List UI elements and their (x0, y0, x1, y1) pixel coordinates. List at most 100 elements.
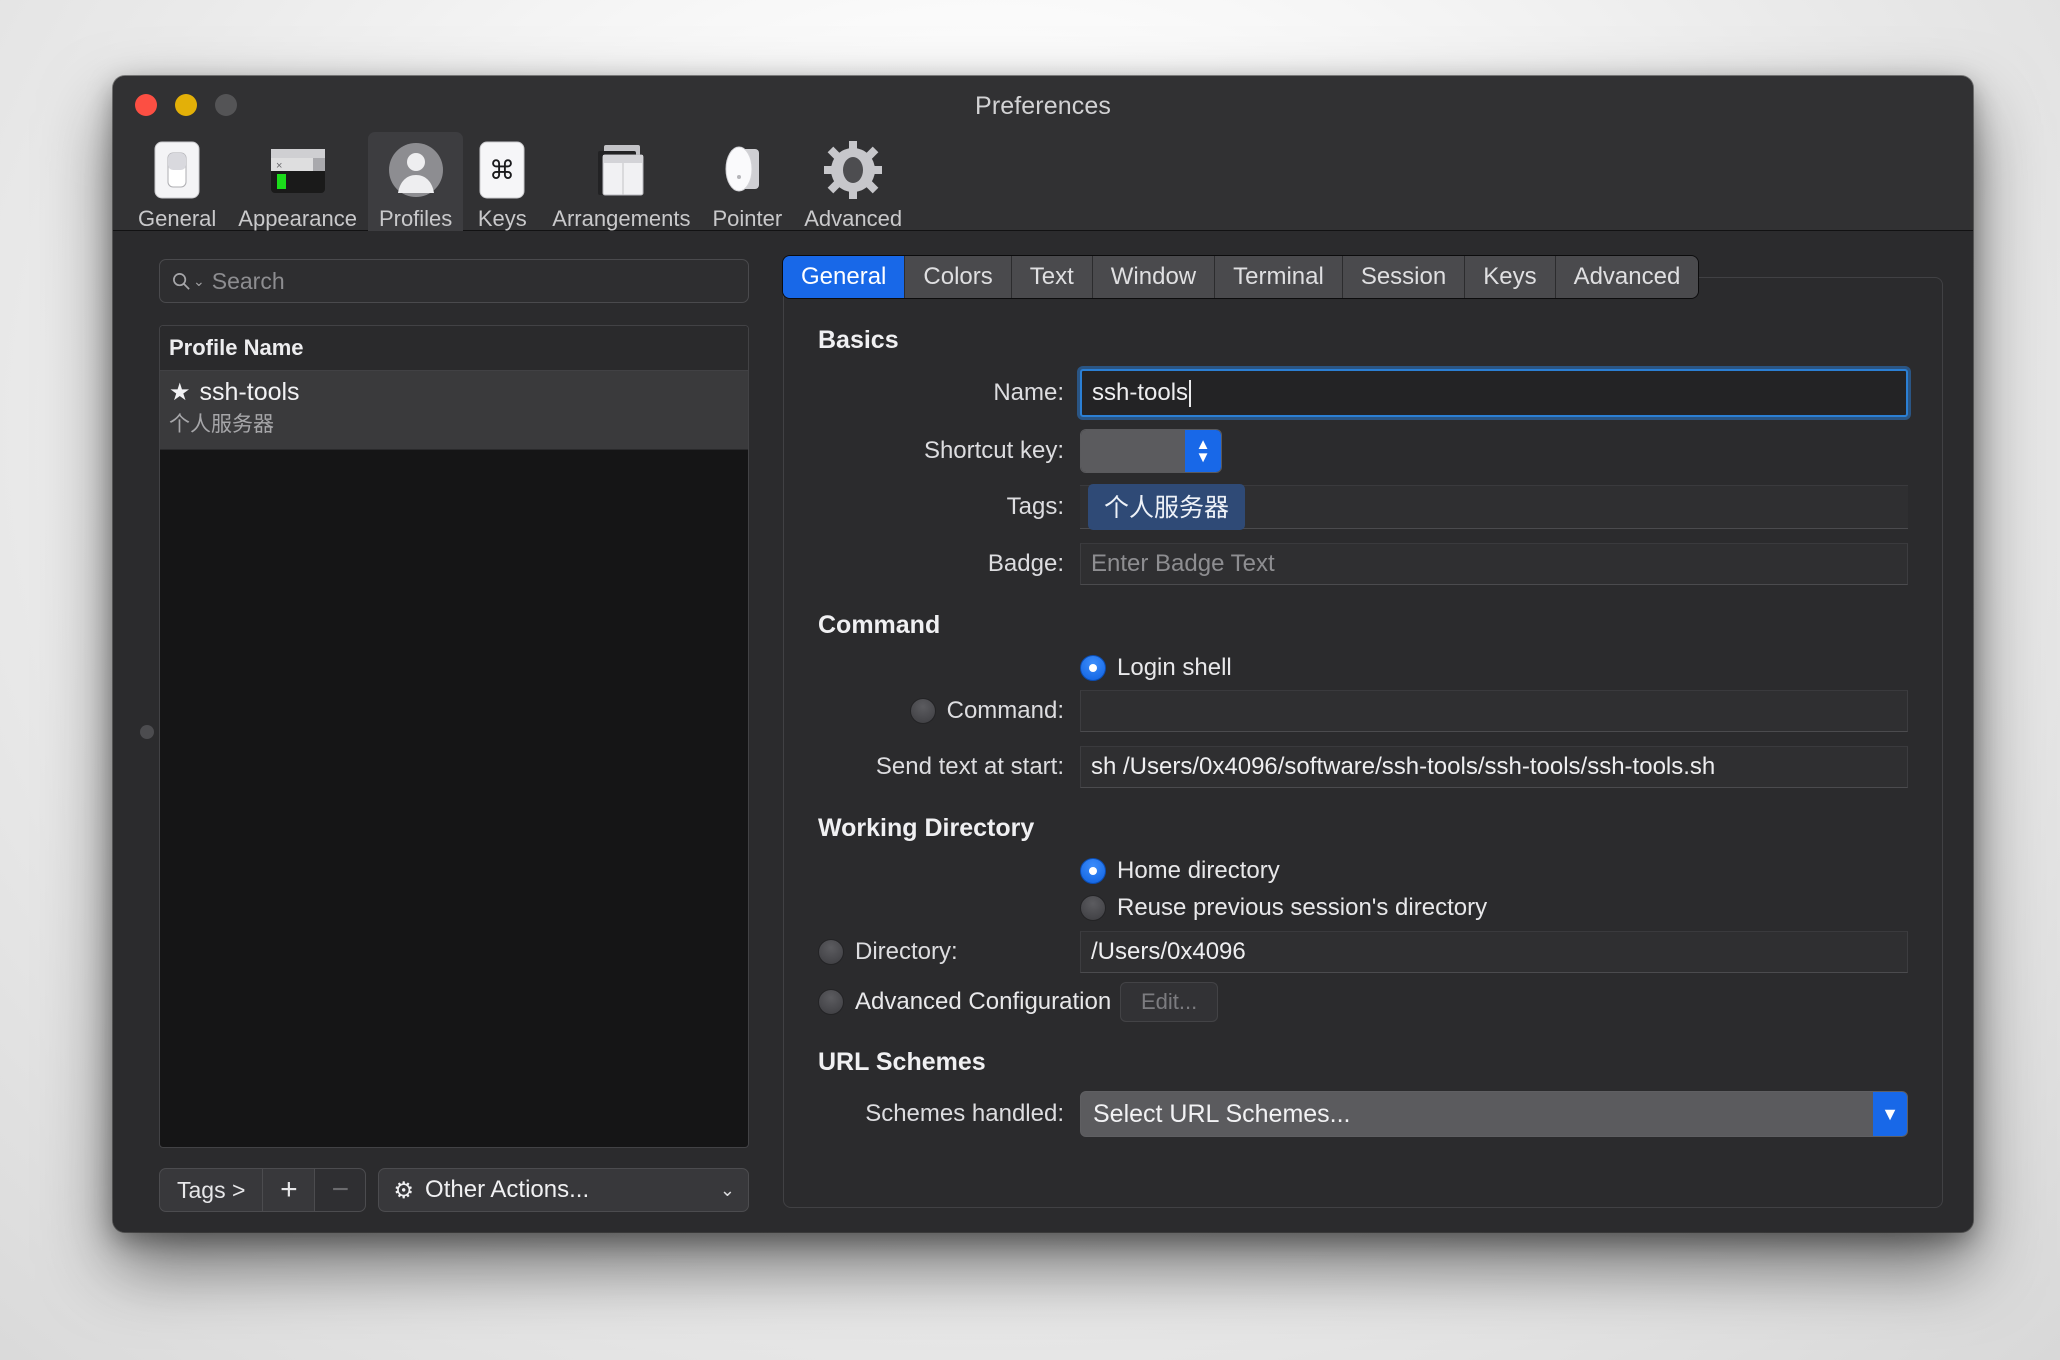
profiles-sidebar: ⌄ Profile Name ★ ssh-tools (113, 231, 771, 1232)
add-profile-button[interactable]: + (262, 1168, 314, 1212)
tab-window[interactable]: Window (1093, 256, 1215, 298)
tab-general[interactable]: General (783, 256, 905, 298)
advanced-configuration-label: Advanced Configuration (855, 988, 1111, 1016)
send-text-input[interactable]: sh /Users/0x4096/software/ssh-tools/ssh-… (1080, 746, 1908, 788)
schemes-handled-label: Schemes handled: (818, 1100, 1080, 1128)
remove-profile-button[interactable]: − (314, 1168, 366, 1212)
other-actions-button[interactable]: ⚙ Other Actions... ⌄ (378, 1168, 749, 1212)
section-title-command: Command (818, 611, 1908, 640)
tag-chip[interactable]: 个人服务器 (1088, 484, 1245, 530)
send-text-row: Send text at start: sh /Users/0x4096/sof… (818, 746, 1908, 788)
tags-field[interactable]: 个人服务器 (1080, 485, 1908, 529)
shortcut-key-popup[interactable]: ▲▼ (1080, 429, 1222, 473)
badge-input[interactable]: Enter Badge Text (1080, 543, 1908, 585)
toolbar-item-keys[interactable]: ⌘ Keys (463, 132, 541, 238)
search-field[interactable]: ⌄ (159, 259, 749, 303)
profile-tag-subtitle: 个人服务器 (169, 408, 739, 438)
command-row: Command: (818, 690, 1908, 732)
name-row: Name: ssh-tools (818, 369, 1908, 417)
home-directory-row: Home directory (818, 857, 1908, 885)
shortcut-key-row: Shortcut key: ▲▼ (818, 429, 1908, 473)
profile-name: ssh-tools (200, 378, 300, 407)
toolbar-item-arrangements[interactable]: Arrangements (541, 132, 701, 238)
name-input[interactable]: ssh-tools (1080, 369, 1908, 417)
section-title-basics: Basics (818, 326, 1908, 355)
switch-icon (154, 139, 200, 201)
directory-input[interactable]: /Users/0x4096 (1080, 931, 1908, 973)
name-label: Name: (818, 379, 1080, 407)
toolbar-item-label: Advanced (804, 206, 902, 232)
edit-button[interactable]: Edit... (1120, 982, 1218, 1022)
toolbar-item-label: Profiles (379, 206, 452, 232)
toolbar-item-advanced[interactable]: Advanced (793, 132, 913, 238)
svg-text:⌘: ⌘ (489, 156, 515, 186)
gear-icon (824, 139, 882, 201)
toolbar-item-label: Keys (478, 206, 527, 232)
login-shell-radio-group[interactable]: Login shell (1080, 654, 1232, 682)
preferences-body: ⌄ Profile Name ★ ssh-tools (113, 231, 1973, 1232)
home-directory-radio[interactable] (1080, 858, 1106, 884)
toolbar-item-general[interactable]: General (127, 132, 227, 238)
person-silhouette-icon (387, 139, 445, 201)
tab-session[interactable]: Session (1343, 256, 1465, 298)
shortcut-key-value (1081, 430, 1185, 472)
command-input[interactable] (1080, 690, 1908, 732)
directory-value: /Users/0x4096 (1091, 938, 1246, 966)
reuse-directory-label: Reuse previous session's directory (1117, 894, 1487, 922)
chevron-down-icon: ⌄ (720, 1180, 735, 1201)
tags-label: Tags: (818, 493, 1080, 521)
window-titlebar: Preferences General (113, 76, 1973, 231)
login-shell-radio[interactable] (1080, 655, 1106, 681)
login-shell-row: Login shell (818, 654, 1908, 682)
reuse-directory-radio-group[interactable]: Reuse previous session's directory (1080, 894, 1487, 922)
schemes-handled-popup[interactable]: Select URL Schemes... ▼ (1080, 1091, 1908, 1137)
profile-table: Profile Name ★ ssh-tools 个人服务器 (159, 325, 749, 1148)
tags-row: Tags: 个人服务器 (818, 485, 1908, 529)
tab-advanced[interactable]: Advanced (1556, 256, 1699, 298)
schemes-handled-value: Select URL Schemes... (1093, 1100, 1351, 1129)
toolbar-item-pointer[interactable]: Pointer (701, 132, 793, 238)
command-key-icon: ⌘ (479, 139, 525, 201)
window-title: Preferences (113, 92, 1973, 121)
table-row[interactable]: ★ ssh-tools 个人服务器 (160, 371, 748, 450)
send-text-label: Send text at start: (818, 753, 1080, 781)
tab-colors[interactable]: Colors (905, 256, 1011, 298)
tab-terminal[interactable]: Terminal (1215, 256, 1343, 298)
mouse-icon (721, 139, 773, 201)
command-radio[interactable] (910, 698, 936, 724)
column-header-profile-name: Profile Name (169, 335, 304, 361)
toolbar-item-label: General (138, 206, 216, 232)
reuse-directory-radio[interactable] (1080, 895, 1106, 921)
sidebar-toolbar: Tags > + − ⚙ Other Actions... ⌄ (159, 1168, 749, 1212)
search-icon[interactable]: ⌄ (172, 272, 205, 291)
tags-button[interactable]: Tags > (159, 1168, 262, 1212)
profile-table-rows: ★ ssh-tools 个人服务器 (160, 371, 748, 1147)
toolbar-item-label: Arrangements (552, 206, 690, 232)
tab-keys[interactable]: Keys (1465, 256, 1555, 298)
tab-text[interactable]: Text (1012, 256, 1093, 298)
command-label: Command: (947, 697, 1064, 725)
star-icon: ★ (169, 381, 191, 405)
stepper-chevrons-icon[interactable]: ▲▼ (1185, 430, 1221, 472)
directory-label: Directory: (855, 938, 958, 966)
chevron-down-icon: ⌄ (193, 274, 205, 288)
advanced-configuration-row: Advanced Configuration Edit... (818, 982, 1908, 1022)
general-settings-panel: Basics Name: ssh-tools Shortcut key: ▲▼ (783, 277, 1943, 1208)
directory-radio[interactable] (818, 939, 844, 965)
directory-row: Directory: /Users/0x4096 (818, 931, 1908, 973)
toolbar-item-appearance[interactable]: × Appearance (227, 132, 368, 238)
advanced-configuration-radio[interactable] (818, 989, 844, 1015)
text-caret (1189, 380, 1191, 407)
chevron-down-icon[interactable]: ▼ (1873, 1092, 1907, 1136)
home-directory-radio-group[interactable]: Home directory (1080, 857, 1280, 885)
toolbar-item-profiles[interactable]: Profiles (368, 132, 463, 238)
shortcut-key-label: Shortcut key: (818, 437, 1080, 465)
preferences-toolbar: General × Appearance (127, 132, 913, 238)
badge-placeholder: Enter Badge Text (1091, 550, 1275, 578)
send-text-value: sh /Users/0x4096/software/ssh-tools/ssh-… (1091, 753, 1715, 781)
sidebar-drag-handle[interactable] (140, 725, 154, 739)
other-actions-label: Other Actions... (425, 1176, 709, 1204)
search-input[interactable] (212, 268, 736, 295)
gear-icon: ⚙ (393, 1177, 414, 1204)
profile-settings-pane: General Colors Text Window Terminal Sess… (771, 231, 1973, 1232)
